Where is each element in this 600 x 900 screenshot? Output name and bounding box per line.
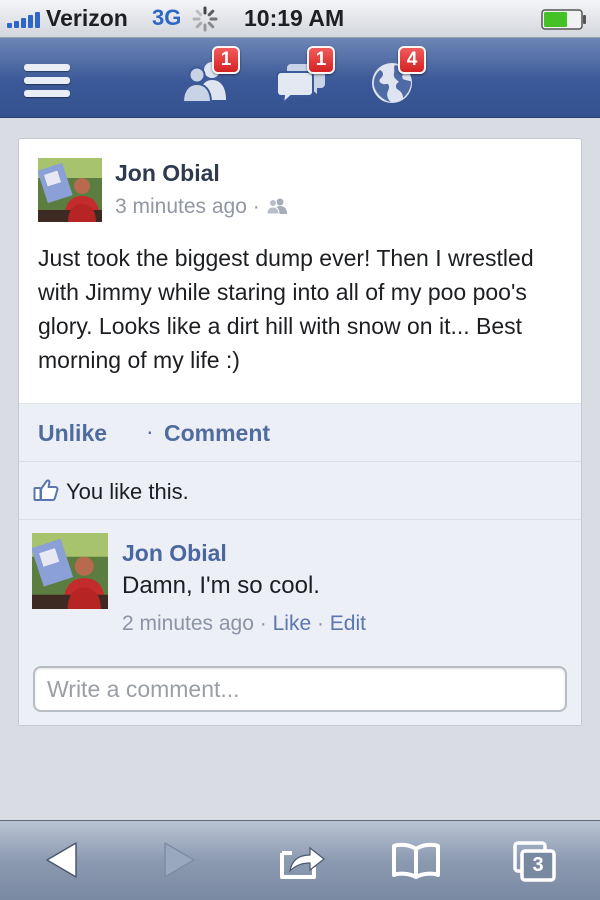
back-arrow-icon[interactable] bbox=[44, 841, 78, 879]
comment-text: Damn, I'm so cool. bbox=[122, 572, 320, 599]
friend-requests-badge: 1 bbox=[212, 46, 240, 74]
battery-icon bbox=[541, 9, 586, 30]
meta-separator: · bbox=[252, 195, 260, 218]
status-bar: Verizon 3G 10:19 AM bbox=[0, 0, 600, 38]
comment-input[interactable] bbox=[33, 666, 567, 712]
status-time: 10:19 AM bbox=[244, 5, 345, 31]
messages-badge: 1 bbox=[307, 46, 335, 74]
likes-text: You like this. bbox=[66, 479, 189, 504]
comment-button[interactable]: Comment bbox=[164, 420, 270, 447]
unlike-button[interactable]: Unlike bbox=[38, 420, 107, 447]
carrier-name: Verizon bbox=[46, 5, 128, 31]
comment-separator: · bbox=[311, 612, 330, 635]
bookmarks-icon[interactable] bbox=[391, 841, 441, 879]
post-author-name[interactable]: Jon Obial bbox=[115, 160, 220, 187]
comments-section: Jon Obial Damn, I'm so cool. 2 minutes a… bbox=[19, 519, 581, 725]
profile-photo bbox=[32, 533, 108, 609]
notifications-button[interactable]: 4 bbox=[370, 46, 430, 108]
comment-meta: 2 minutes ago · Like · Edit bbox=[122, 612, 366, 636]
network-type: 3G bbox=[152, 5, 182, 30]
hamburger-menu-icon[interactable] bbox=[24, 62, 70, 98]
forward-arrow-icon[interactable] bbox=[163, 841, 197, 879]
post-meta: 3 minutes ago · bbox=[115, 195, 288, 219]
comment-separator: · bbox=[253, 612, 273, 635]
post-timestamp[interactable]: 3 minutes ago bbox=[115, 195, 247, 218]
activity-spinner-icon bbox=[192, 6, 218, 32]
friends-icon bbox=[266, 198, 287, 215]
news-feed-story: Jon Obial 3 minutes ago · Just took the … bbox=[18, 138, 582, 726]
messages-button[interactable]: 1 bbox=[275, 46, 335, 108]
comment-edit-link[interactable]: Edit bbox=[330, 612, 366, 635]
comment-timestamp: 2 minutes ago bbox=[122, 612, 254, 635]
browser-toolbar: 3 bbox=[0, 820, 600, 900]
friend-requests-button[interactable]: 1 bbox=[180, 46, 240, 108]
action-separator: · bbox=[146, 418, 154, 444]
post-body-text: Just took the biggest dump ever! Then I … bbox=[38, 245, 534, 373]
signal-strength-icon bbox=[7, 12, 43, 28]
facebook-top-bar: 1 1 4 bbox=[0, 38, 600, 118]
comment-avatar[interactable] bbox=[32, 533, 108, 609]
comment-like-link[interactable]: Like bbox=[273, 612, 312, 635]
profile-photo bbox=[38, 158, 102, 222]
thumbs-up-icon bbox=[33, 479, 59, 501]
avatar[interactable] bbox=[38, 158, 102, 222]
share-icon[interactable] bbox=[278, 841, 328, 881]
likes-summary: You like this. bbox=[19, 461, 581, 519]
notifications-badge: 4 bbox=[398, 46, 426, 74]
comment-author-name[interactable]: Jon Obial bbox=[122, 540, 227, 567]
tabs-count: 3 bbox=[532, 854, 544, 876]
post-action-bar: Unlike · Comment bbox=[19, 403, 581, 461]
